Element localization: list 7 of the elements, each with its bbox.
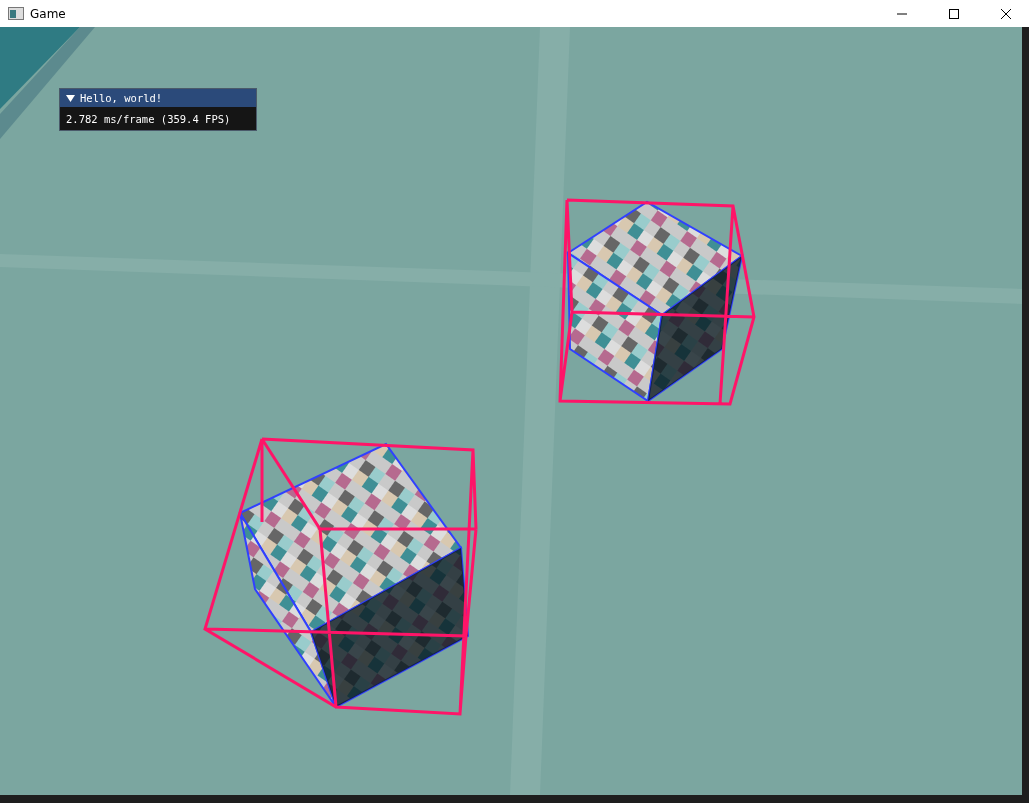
frame-stats-text: 2.782 ms/frame (359.4 FPS) xyxy=(65,112,232,127)
close-icon xyxy=(1001,8,1011,19)
collapse-triangle-icon[interactable] xyxy=(66,93,75,103)
overlay-title: Hello, world! xyxy=(80,92,163,104)
window-title: Game xyxy=(30,6,67,21)
maximize-icon xyxy=(949,8,959,19)
app-icon xyxy=(8,7,24,20)
